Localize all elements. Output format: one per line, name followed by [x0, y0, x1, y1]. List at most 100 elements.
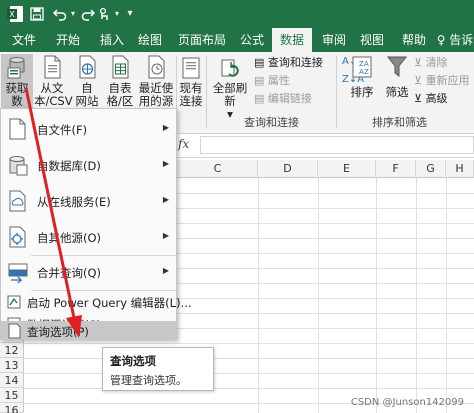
edit-links-button[interactable]: ▤ 编辑链接: [254, 91, 312, 107]
menu-item-label: 合并查询(Q): [37, 266, 102, 280]
column-header[interactable]: C: [178, 160, 258, 178]
queries-connections-button[interactable]: ▤ 查询和连接: [254, 55, 323, 71]
tooltip: 查询选项 管理查询选项。: [102, 347, 214, 391]
existing-connections-button[interactable]: 现有 连接: [178, 54, 204, 108]
tab-help[interactable]: 帮助: [396, 28, 432, 52]
tooltip-description: 管理查询选项。: [110, 374, 187, 387]
menu-item-combine-queries[interactable]: 合并查询(Q) ▶: [1, 256, 176, 290]
tab-file[interactable]: 文件: [4, 28, 44, 52]
column-header[interactable]: G: [416, 160, 446, 178]
column-header[interactable]: F: [376, 160, 416, 178]
tab-formulas[interactable]: 公式: [232, 28, 272, 52]
edit-links-label: 编辑链接: [267, 92, 312, 105]
tab-view[interactable]: 视图: [354, 28, 390, 52]
combine-query-icon: [7, 261, 29, 288]
from-web-label-2: 网站: [75, 94, 99, 108]
group-divider: [336, 56, 337, 128]
edit-links-icon: ▤: [254, 92, 265, 105]
watermark-text: CSDN @Junson142099: [350, 397, 464, 408]
column-header[interactable]: E: [318, 160, 376, 178]
save-icon[interactable]: [28, 4, 46, 24]
svg-text:A: A: [364, 60, 369, 68]
reapply-label: 重新应用: [425, 74, 470, 87]
undo-icon[interactable]: [52, 4, 68, 24]
menu-item-from-database[interactable]: 自数据库(D) ▶: [1, 147, 176, 183]
clear-filter-button[interactable]: ⊻ 清除: [414, 55, 448, 71]
sort-button[interactable]: ZAAZ 排序: [346, 54, 378, 99]
customize-toolbar-icon[interactable]: ▾: [124, 4, 136, 24]
menu-item-online-services[interactable]: 从在线服务(E) ▶: [1, 183, 176, 219]
web-icon: [76, 54, 98, 80]
recent-sources-icon: [145, 54, 167, 80]
title-bar: X ▾ ▾ ▾: [0, 0, 474, 28]
tab-review[interactable]: 审阅: [316, 28, 352, 52]
cloud-service-icon: [7, 189, 29, 216]
from-web-button[interactable]: 自 网站: [72, 54, 102, 108]
get-data-menu: 自文件(F) ▶ 自数据库(D) ▶ 从在线服务(E) ▶ 自其他源(O) ▶ …: [0, 108, 192, 340]
menu-item-label: 自数据库(D): [37, 159, 101, 173]
file-icon: [7, 117, 29, 144]
tab-page-layout[interactable]: 页面布局: [174, 28, 230, 52]
recent-sources-button[interactable]: 最近使 用的源: [138, 54, 174, 108]
properties-label: 属性: [267, 74, 290, 87]
grid-line: [258, 178, 259, 413]
grid-line: [376, 178, 377, 413]
menu-item-power-query-editor[interactable]: 启动 Power Query 编辑器(L)...: [1, 291, 192, 313]
tab-home[interactable]: 开始: [48, 28, 88, 52]
redo-icon[interactable]: [80, 4, 96, 24]
row-header[interactable]: 13: [0, 358, 24, 373]
ribbon-tabs: 文件 开始 插入 绘图 页面布局 公式 数据 审阅 视图 帮助 ♀ 告诉: [0, 28, 474, 53]
row-header[interactable]: 14: [0, 373, 24, 388]
database-icon: [7, 153, 29, 180]
grid-line: [24, 358, 474, 359]
submenu-arrow-icon: ▶: [162, 266, 169, 275]
grid-line: [24, 343, 474, 344]
refresh-all-label: 全部刷新: [212, 81, 248, 108]
queries-connections-icon: ▤: [254, 56, 265, 69]
from-text-csv-button[interactable]: 从文 本/CSV: [34, 54, 73, 108]
svg-text:Z: Z: [364, 68, 369, 76]
existing-connections-icon: [180, 54, 202, 80]
existing-label-2: 连接: [179, 94, 203, 108]
touch-dropdown-icon[interactable]: ▾: [112, 4, 122, 24]
advanced-filter-button[interactable]: ⊻ 高级: [414, 91, 448, 107]
submenu-arrow-icon: ▶: [162, 231, 169, 240]
properties-button[interactable]: ▤ 属性: [254, 73, 290, 89]
formula-input[interactable]: [200, 136, 474, 154]
grid-line: [318, 178, 319, 413]
tab-insert[interactable]: 插入: [92, 28, 132, 52]
properties-icon: ▤: [254, 74, 265, 87]
power-query-icon: [7, 294, 23, 313]
recent-sources-label-2: 用的源: [138, 94, 174, 108]
get-data-button[interactable]: 获取数 据 ▾: [1, 54, 33, 121]
get-data-icon: [6, 54, 28, 80]
text-file-icon: [41, 54, 63, 80]
row-header[interactable]: 16: [0, 403, 24, 413]
tell-me-search[interactable]: ♀ 告诉: [436, 28, 474, 52]
menu-item-from-file[interactable]: 自文件(F) ▶: [1, 111, 176, 147]
column-header[interactable]: H: [446, 160, 474, 178]
menu-item-label: 启动 Power Query 编辑器(L)...: [27, 296, 192, 310]
row-header[interactable]: 12: [0, 343, 24, 358]
row-header[interactable]: 15: [0, 388, 24, 403]
touch-mode-icon[interactable]: [96, 4, 112, 24]
menu-item-other-sources[interactable]: 自其他源(O) ▶: [1, 219, 176, 255]
refresh-all-button[interactable]: 全部刷新 ▾: [208, 54, 252, 121]
undo-dropdown-icon[interactable]: ▾: [68, 4, 78, 24]
submenu-arrow-icon: ▶: [162, 123, 169, 132]
advanced-label: 高级: [425, 92, 448, 105]
clear-filter-icon: ⊻: [414, 56, 423, 69]
filter-button[interactable]: 筛选: [382, 54, 412, 99]
sort-icon: ZAAZ: [351, 54, 373, 80]
from-text-label-2: 本/CSV: [34, 94, 73, 108]
filter-icon: [386, 54, 408, 80]
sort-label: 排序: [350, 85, 374, 99]
fx-icon[interactable]: fx: [178, 137, 189, 151]
column-header[interactable]: D: [258, 160, 318, 178]
menu-item-label: 查询选项(P): [27, 325, 89, 339]
tab-data[interactable]: 数据: [272, 28, 312, 53]
tab-draw[interactable]: 绘图: [130, 28, 170, 52]
reapply-button[interactable]: ⊻ 重新应用: [414, 73, 470, 89]
menu-item-query-options[interactable]: 查询选项(P): [1, 321, 176, 340]
advanced-filter-icon: ⊻: [414, 92, 423, 105]
